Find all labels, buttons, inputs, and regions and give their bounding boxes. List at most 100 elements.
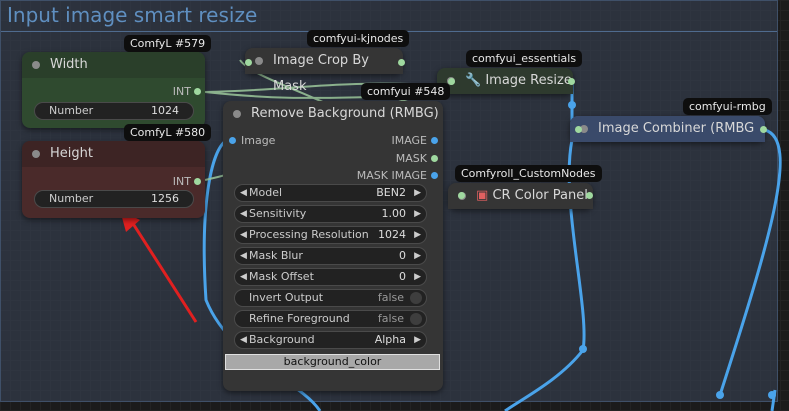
- color-panel-header[interactable]: ▣ CR Color Panel: [448, 183, 593, 209]
- field-value: 1256: [151, 192, 179, 205]
- widget-value: 0: [399, 249, 406, 262]
- arrow-right-icon[interactable]: ▶: [414, 269, 421, 285]
- arrow-left-icon[interactable]: ◀: [240, 185, 247, 201]
- input-slot-dot-icon[interactable]: [575, 126, 582, 133]
- invert-output-toggle[interactable]: Invert Output false: [234, 289, 427, 307]
- widget-value: false: [377, 312, 404, 325]
- output-label: INT: [172, 175, 191, 188]
- output-label: INT: [172, 85, 191, 98]
- node-title: Remove Background (RMBG): [251, 106, 439, 121]
- toggle-knob-icon[interactable]: [410, 313, 422, 325]
- group-title[interactable]: Input image smart resize: [7, 3, 257, 27]
- image-combiner-header[interactable]: Image Combiner (RMBG: [570, 116, 765, 142]
- arrow-left-icon[interactable]: ◀: [240, 332, 247, 348]
- node-badge: comfyui_essentials: [466, 50, 583, 67]
- arrow-right-icon[interactable]: ▶: [414, 248, 421, 264]
- output-slot-dot-icon[interactable]: [431, 137, 438, 144]
- input-label: Image: [241, 134, 276, 147]
- output-slot-dot-icon[interactable]: [568, 78, 575, 85]
- output-slot-dot-icon[interactable]: [431, 155, 438, 162]
- image-crop-node[interactable]: Image Crop By Mask: [245, 48, 403, 94]
- output-slot-mask-image[interactable]: MASK IMAGE: [357, 169, 427, 182]
- node-badge: comfyui-kjnodes: [307, 30, 410, 47]
- number-field[interactable]: Number 1256: [34, 190, 194, 208]
- background-combo[interactable]: ◀ Background Alpha ▶: [234, 331, 427, 349]
- remove-bg-header[interactable]: Remove Background (RMBG): [223, 101, 443, 127]
- collapse-dot-icon[interactable]: [32, 150, 40, 158]
- height-node[interactable]: Height INT Number 1256: [22, 141, 205, 218]
- node-badge: ComfyL #579: [124, 35, 212, 52]
- collapse-dot-icon[interactable]: [233, 110, 241, 118]
- refine-foreground-toggle[interactable]: Refine Foreground false: [234, 310, 427, 328]
- widget-label: Sensitivity: [249, 207, 307, 220]
- output-slot-dot-icon[interactable]: [194, 178, 201, 185]
- widget-label: Background: [249, 333, 315, 346]
- input-slot-dot-icon[interactable]: [245, 59, 252, 66]
- color-field-label: background_color: [283, 355, 382, 368]
- widget-label: Processing Resolution: [249, 228, 369, 241]
- field-label: Number: [49, 104, 94, 117]
- background-color-field[interactable]: background_color: [225, 354, 440, 370]
- output-slot-int[interactable]: INT: [173, 175, 191, 188]
- image-crop-header[interactable]: Image Crop By Mask: [245, 48, 403, 94]
- image-combiner-node[interactable]: Image Combiner (RMBG: [570, 116, 765, 142]
- remove-background-node[interactable]: Remove Background (RMBG) Image IMAGE MAS…: [223, 101, 443, 391]
- mask-blur-field[interactable]: ◀ Mask Blur 0 ▶: [234, 247, 427, 265]
- node-badge: Comfyroll_CustomNodes: [455, 165, 602, 182]
- processing-resolution-field[interactable]: ◀ Processing Resolution 1024 ▶: [234, 226, 427, 244]
- arrow-right-icon[interactable]: ▶: [414, 227, 421, 243]
- width-node[interactable]: Width INT Number 1024: [22, 52, 205, 128]
- input-slot-dot-icon[interactable]: [458, 192, 465, 199]
- wrench-icon: 🔧: [465, 73, 482, 88]
- field-label: Number: [49, 192, 94, 205]
- widget-value: Alpha: [374, 333, 406, 346]
- output-label: MASK: [395, 152, 427, 165]
- widget-value: 0: [399, 270, 406, 283]
- output-label: MASK IMAGE: [356, 169, 427, 182]
- widget-label: Mask Offset: [249, 270, 314, 283]
- collapse-dot-icon[interactable]: [32, 61, 40, 69]
- output-slot-image[interactable]: IMAGE: [391, 134, 427, 147]
- node-title: Height: [50, 146, 93, 161]
- node-title: CR Color Panel: [492, 188, 588, 203]
- node-badge: ComfyL #580: [124, 124, 212, 141]
- input-slot-dot-icon[interactable]: [448, 78, 455, 85]
- arrow-right-icon[interactable]: ▶: [414, 206, 421, 222]
- widget-value: 1.00: [381, 207, 407, 220]
- widget-label: Model: [249, 186, 283, 199]
- arrow-left-icon[interactable]: ◀: [240, 269, 247, 285]
- node-badge: comfyui #548: [361, 83, 451, 100]
- input-slot-image[interactable]: Image: [241, 134, 275, 147]
- toggle-knob-icon[interactable]: [410, 292, 422, 304]
- output-slot-dot-icon[interactable]: [398, 59, 405, 66]
- height-node-header[interactable]: Height: [22, 141, 205, 167]
- output-slot-dot-icon[interactable]: [431, 172, 438, 179]
- input-slot-dot-icon[interactable]: [229, 137, 236, 144]
- sensitivity-field[interactable]: ◀ Sensitivity 1.00 ▶: [234, 205, 427, 223]
- arrow-left-icon[interactable]: ◀: [240, 227, 247, 243]
- output-slot-int[interactable]: INT: [173, 85, 191, 98]
- arrow-left-icon[interactable]: ◀: [240, 248, 247, 264]
- palette-icon: ▣: [476, 188, 489, 203]
- collapse-dot-icon[interactable]: [255, 57, 263, 65]
- image-resize-header[interactable]: 🔧 Image Resize: [437, 68, 573, 94]
- width-node-header[interactable]: Width: [22, 52, 205, 78]
- output-slot-dot-icon[interactable]: [194, 88, 201, 95]
- mask-offset-field[interactable]: ◀ Mask Offset 0 ▶: [234, 268, 427, 286]
- output-slot-mask[interactable]: MASK: [396, 152, 427, 165]
- output-slot-dot-icon[interactable]: [586, 192, 593, 199]
- number-field[interactable]: Number 1024: [34, 102, 194, 120]
- node-title: Width: [50, 57, 88, 72]
- field-value: 1024: [151, 104, 179, 117]
- widget-value: 1024: [378, 228, 406, 241]
- node-badge: comfyui-rmbg: [683, 98, 772, 115]
- color-panel-node[interactable]: ▣ CR Color Panel: [448, 183, 593, 209]
- node-title: Image Combiner (RMBG: [598, 121, 755, 136]
- widget-label: Mask Blur: [249, 249, 303, 262]
- arrow-right-icon[interactable]: ▶: [414, 185, 421, 201]
- model-combo[interactable]: ◀ Model BEN2 ▶: [234, 184, 427, 202]
- image-resize-node[interactable]: 🔧 Image Resize: [437, 68, 573, 94]
- arrow-left-icon[interactable]: ◀: [240, 206, 247, 222]
- arrow-right-icon[interactable]: ▶: [414, 332, 421, 348]
- output-slot-dot-icon[interactable]: [760, 126, 767, 133]
